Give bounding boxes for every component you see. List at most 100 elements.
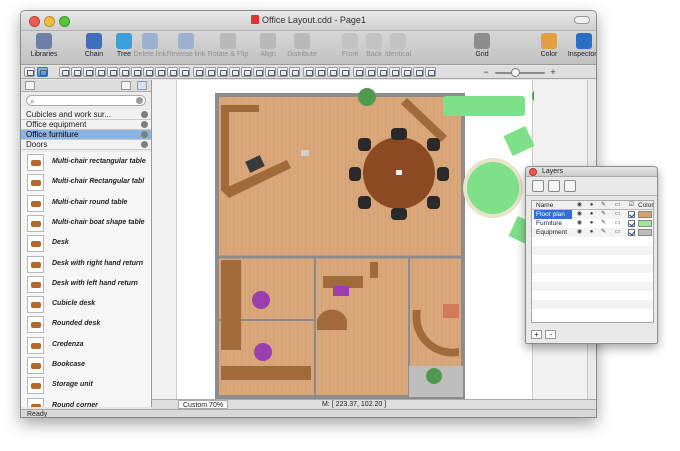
layer-row[interactable]: Equipment ◉ ● ✎ ▭ <box>532 228 653 237</box>
lock-icon[interactable]: ● <box>588 220 595 227</box>
add-layer-button[interactable]: + <box>531 330 542 339</box>
drawing-tool-10-button[interactable] <box>143 67 154 77</box>
drawing-tool-25-button[interactable] <box>327 67 338 77</box>
drawing-tool-12-button[interactable] <box>167 67 178 77</box>
stencil-item[interactable]: Credenza <box>21 335 151 356</box>
layer-enabled-checkbox[interactable] <box>628 220 635 227</box>
layer-enabled-checkbox[interactable] <box>628 211 635 218</box>
drawing-tool-24-button[interactable] <box>315 67 326 77</box>
drawing-tool-33-button[interactable] <box>425 67 436 77</box>
identical-button[interactable]: Identical <box>375 33 421 58</box>
layer-tool-2-icon[interactable] <box>548 180 560 192</box>
drawing-tool-31-button[interactable] <box>401 67 412 77</box>
drawing-tool-6-button[interactable] <box>95 67 106 77</box>
drawing-tool-16-button[interactable] <box>217 67 228 77</box>
layer-row[interactable]: Furniture ◉ ● ✎ ▭ <box>532 219 653 228</box>
layer-tool-1-icon[interactable] <box>532 180 544 192</box>
drawing-tool-17-button[interactable] <box>229 67 240 77</box>
drawing-tool-19-button[interactable] <box>253 67 264 77</box>
eye-icon[interactable]: ◉ <box>576 220 583 227</box>
stencil-item[interactable]: Multi-chair Rectangular tabl <box>21 172 151 193</box>
stencil-item[interactable]: Multi-chair rectangular table <box>21 152 151 173</box>
eye-icon[interactable]: ◉ <box>576 211 583 218</box>
drawing-tool-20-button[interactable] <box>265 67 276 77</box>
stencil-item[interactable]: Desk with right hand return <box>21 254 151 275</box>
stencil-item[interactable]: Rounded desk <box>21 314 151 335</box>
drawing-tool-4-button[interactable] <box>71 67 82 77</box>
library-row[interactable]: Doors <box>21 140 151 150</box>
printer-icon[interactable]: ▭ <box>614 229 621 236</box>
pencil-icon[interactable]: ✎ <box>600 229 607 236</box>
lock-icon[interactable]: ● <box>588 229 595 236</box>
drawing-tool-27-button[interactable] <box>353 67 364 77</box>
remove-layer-button[interactable]: - <box>545 330 557 339</box>
layer-enabled-checkbox[interactable] <box>628 229 635 236</box>
layer-color-swatch[interactable] <box>638 220 652 227</box>
drawing-tool-7-button[interactable] <box>107 67 118 77</box>
printer-icon[interactable]: ▭ <box>614 211 621 218</box>
stencil-item[interactable]: Desk with left hand return <box>21 274 151 295</box>
drawing-tool-2-button[interactable] <box>37 67 48 77</box>
zoom-slider-knob[interactable] <box>511 68 520 77</box>
close-library-icon[interactable] <box>141 131 148 138</box>
stencil-item[interactable]: Round corner <box>21 396 151 407</box>
stencil-item[interactable]: Bookcase <box>21 355 151 376</box>
toolbar-toggle-button[interactable] <box>574 16 590 24</box>
stencil-item[interactable]: Multi-chair round table <box>21 193 151 214</box>
zoom-slider-track[interactable] <box>495 72 545 74</box>
drawing-tool-30-button[interactable] <box>389 67 400 77</box>
eye-icon[interactable]: ◉ <box>576 229 583 236</box>
layer-name[interactable]: Furniture <box>534 219 572 228</box>
close-library-icon[interactable] <box>141 121 148 128</box>
drawing-tool-22-button[interactable] <box>289 67 300 77</box>
reverse-link-button[interactable]: Reverse link <box>163 33 209 58</box>
drawing-tool-8-button[interactable] <box>119 67 130 77</box>
grid-view-button[interactable] <box>121 81 131 90</box>
library-row[interactable]: Cubicles and work sur... <box>21 110 151 120</box>
list-view-button[interactable] <box>25 81 35 90</box>
library-search-input[interactable]: ⌕ <box>26 95 146 106</box>
close-library-icon[interactable] <box>141 111 148 118</box>
close-library-icon[interactable] <box>141 141 148 148</box>
drawing-tool-29-button[interactable] <box>377 67 388 77</box>
pencil-icon[interactable]: ✎ <box>600 211 607 218</box>
layer-color-swatch[interactable] <box>638 211 652 218</box>
layer-name[interactable]: Equipment <box>534 228 572 237</box>
lock-icon[interactable]: ● <box>588 211 595 218</box>
drawing-tool-21-button[interactable] <box>277 67 288 77</box>
drawing-tool-28-button[interactable] <box>365 67 376 77</box>
drawing-tool-5-button[interactable] <box>83 67 94 77</box>
printer-icon[interactable]: ▭ <box>614 220 621 227</box>
inspectors-button[interactable]: Inspectors <box>561 33 596 58</box>
stencil-item[interactable]: Desk <box>21 233 151 254</box>
layer-row[interactable]: Floor plan ◉ ● ✎ ▭ <box>532 210 653 219</box>
clear-search-icon[interactable] <box>136 97 143 104</box>
drawing-page[interactable] <box>176 80 548 399</box>
drawing-tool-13-button[interactable] <box>179 67 190 77</box>
drawing-tool-32-button[interactable] <box>413 67 424 77</box>
drawing-tool-3-button[interactable] <box>59 67 70 77</box>
stencil-item[interactable]: Cubicle desk <box>21 294 151 315</box>
drawing-tool-15-button[interactable] <box>205 67 216 77</box>
drawing-tool-1-button[interactable] <box>24 67 35 77</box>
zoom-select[interactable]: Custom 70% <box>178 400 229 409</box>
zoom-out-icon[interactable]: − <box>481 67 491 77</box>
drawing-tool-11-button[interactable] <box>155 67 166 77</box>
stencil-item[interactable]: Multi-chair boat shape table <box>21 213 151 234</box>
close-layers-button[interactable] <box>529 168 537 176</box>
pencil-icon[interactable]: ✎ <box>600 220 607 227</box>
search-toggle-button[interactable] <box>137 81 147 90</box>
stencil-item[interactable]: Storage unit <box>21 375 151 396</box>
drawing-tool-9-button[interactable] <box>131 67 142 77</box>
drawing-tool-26-button[interactable] <box>339 67 350 77</box>
drawing-tool-18-button[interactable] <box>241 67 252 77</box>
library-row[interactable]: Office furniture <box>21 130 151 140</box>
layer-name[interactable]: Floor plan <box>534 210 572 219</box>
drawing-tool-14-button[interactable] <box>193 67 204 77</box>
layer-color-swatch[interactable] <box>638 229 652 236</box>
drawing-tool-23-button[interactable] <box>303 67 314 77</box>
layer-tool-3-icon[interactable] <box>564 180 576 192</box>
grid-button[interactable]: Grid <box>459 33 505 58</box>
distribute-button[interactable]: Distribute <box>279 33 325 58</box>
libraries-button[interactable]: Libraries <box>21 33 67 58</box>
